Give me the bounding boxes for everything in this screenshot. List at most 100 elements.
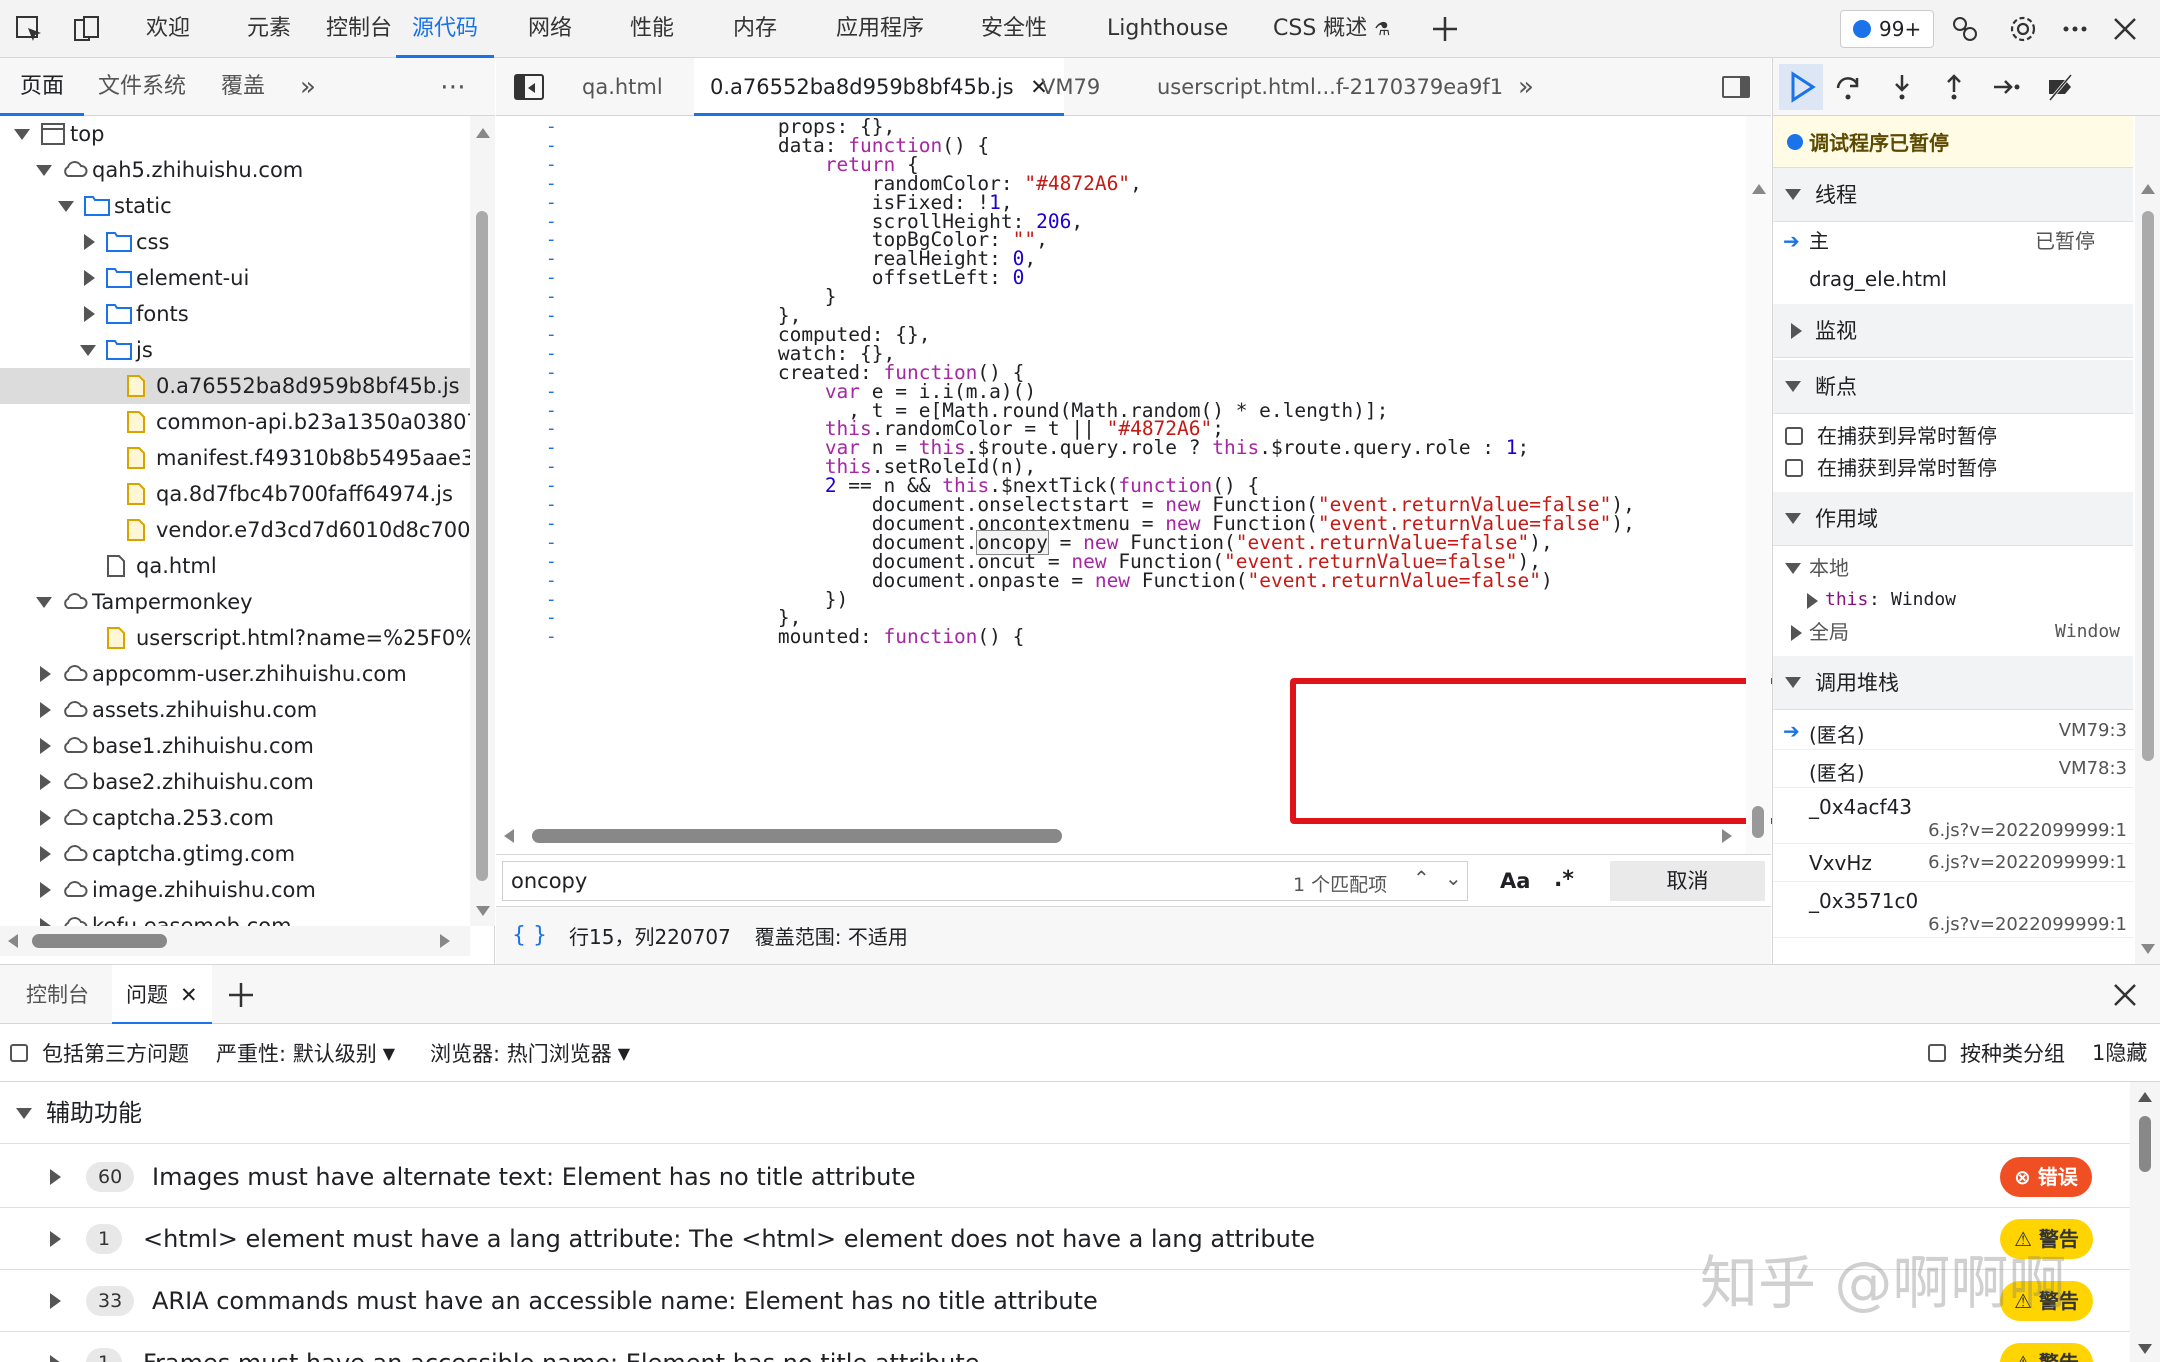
settings-gear-icon[interactable] — [2008, 14, 2038, 44]
tree-item[interactable]: js — [0, 332, 470, 368]
tree-item[interactable]: common-api.b23a1350a038072 — [0, 404, 470, 440]
checkbox[interactable] — [1785, 459, 1803, 477]
collapsed-triangle-icon[interactable] — [84, 306, 95, 322]
close-drawer-tab-icon[interactable]: ✕ — [180, 983, 198, 1007]
sidebar-scroll-up-icon[interactable] — [2141, 184, 2155, 194]
tab-console[interactable]: 控制台 — [326, 0, 392, 58]
editor-tab-qa-html[interactable]: qa.html — [582, 58, 663, 116]
collapsed-triangle-icon[interactable] — [50, 1231, 61, 1247]
pause-on-exception-row-2[interactable]: 在捕获到异常时暂停 — [1773, 452, 2133, 484]
code-hscroll-thumb[interactable] — [532, 829, 1062, 843]
code-scroll-thumb[interactable] — [1752, 806, 1764, 838]
sidebar-scrollbar[interactable] — [2135, 116, 2160, 964]
thread-file[interactable]: drag_ele.html — [1773, 260, 2133, 298]
call-frame[interactable]: ➔ (匿名) VM79:3 — [1773, 712, 2133, 750]
collapsed-triangle-icon[interactable] — [84, 234, 95, 250]
tree-item[interactable]: fonts — [0, 296, 470, 332]
code-scroll-left-icon[interactable] — [504, 829, 514, 843]
issue-category-accessibility[interactable]: 辅助功能 — [0, 1082, 2130, 1144]
collapsed-triangle-icon[interactable] — [84, 270, 95, 286]
tree-item[interactable]: base1.zhihuishu.com — [0, 728, 470, 764]
tab-memory[interactable]: 内存 — [733, 0, 777, 58]
tree-item[interactable]: top — [0, 116, 470, 152]
expanded-triangle-icon[interactable] — [14, 129, 30, 140]
tree-vertical-scrollbar[interactable] — [470, 116, 495, 926]
tree-item[interactable]: qa.8d7fbc4b700faff64974.js — [0, 476, 470, 512]
collapsed-triangle-icon[interactable] — [40, 702, 51, 718]
more-navigator-tabs-icon[interactable]: » — [300, 58, 316, 116]
tab-network[interactable]: 网络 — [528, 0, 572, 58]
call-frame[interactable]: _0x3571c0 6.js?v=2022099999:1 — [1773, 882, 2133, 938]
section-scope[interactable]: 作用域 — [1773, 492, 2133, 546]
expanded-triangle-icon[interactable] — [80, 345, 96, 356]
tree-item[interactable]: manifest.f49310b8b5495aae324 — [0, 440, 470, 476]
next-match-icon[interactable]: ⌄ — [1445, 866, 1462, 890]
tree-item[interactable]: qa.html — [0, 548, 470, 584]
editor-tab-active-js[interactable]: 0.a76552ba8d959b8bf45b.js ✕ — [694, 58, 1064, 116]
scroll-down-arrow-icon[interactable] — [476, 906, 490, 916]
toggle-debugger-icon[interactable] — [1722, 76, 1750, 98]
collapsed-triangle-icon[interactable] — [40, 666, 51, 682]
match-case-button[interactable]: Aa — [1500, 869, 1530, 893]
previous-match-icon[interactable]: ⌃ — [1413, 866, 1430, 890]
pretty-print-button[interactable]: { } — [512, 923, 547, 948]
add-drawer-tab-icon[interactable] — [226, 980, 256, 1010]
issue-row[interactable]: 60 Images must have alternate text: Eleme… — [0, 1146, 2130, 1208]
tab-css-overview[interactable]: CSS 概述 ⚗ — [1273, 0, 1390, 58]
severity-dropdown[interactable]: 严重性: 默认级别 ▼ — [216, 1024, 395, 1082]
more-options-icon[interactable] — [2060, 14, 2090, 44]
collapsed-triangle-icon[interactable] — [40, 918, 51, 926]
tree-item[interactable]: element-ui — [0, 260, 470, 296]
collapsed-triangle-icon[interactable] — [40, 846, 51, 862]
tab-performance[interactable]: 性能 — [630, 0, 674, 58]
collapsed-triangle-icon[interactable] — [40, 810, 51, 826]
include-third-party-toggle[interactable]: 包括第三方问题 — [10, 1024, 189, 1082]
expanded-triangle-icon[interactable] — [36, 597, 52, 608]
issue-row[interactable]: 1 Frames must have an accessible name: El… — [0, 1332, 2130, 1362]
tab-page[interactable]: 页面 — [0, 58, 85, 116]
pause-on-exception-row-1[interactable]: 在捕获到异常时暂停 — [1773, 420, 2133, 452]
tree-item[interactable]: static — [0, 188, 470, 224]
scroll-up-arrow-icon[interactable] — [476, 128, 490, 138]
search-input[interactable]: oncopy — [511, 869, 587, 893]
tree-item[interactable]: captcha.253.com — [0, 800, 470, 836]
call-frame-location[interactable]: 6.js?v=2022099999:1 — [1928, 820, 2127, 841]
issues-counter[interactable]: 99+ — [1840, 10, 1935, 48]
tree-item[interactable]: 0.a76552ba8d959b8bf45b.js — [0, 368, 470, 404]
collapsed-triangle-icon[interactable] — [50, 1355, 61, 1362]
browser-dropdown[interactable]: 浏览器: 热门浏览器 ▼ — [430, 1024, 630, 1082]
collapsed-triangle-icon[interactable] — [50, 1293, 61, 1309]
feedback-icon[interactable] — [1950, 14, 1980, 44]
call-frame[interactable]: _0x4acf43 6.js?v=2022099999:1 — [1773, 788, 2133, 844]
tree-item[interactable]: qah5.zhihuishu.com — [0, 152, 470, 188]
tree-item[interactable]: Tampermonkey — [0, 584, 470, 620]
close-devtools-icon[interactable] — [2110, 14, 2140, 44]
tree-item[interactable]: kefu.easemob.com — [0, 908, 470, 926]
resume-button[interactable] — [1779, 64, 1823, 110]
tree-item[interactable]: appcomm-user.zhihuishu.com — [0, 656, 470, 692]
call-frame-location[interactable]: 6.js?v=2022099999:1 — [1928, 852, 2127, 873]
issues-scrollbar[interactable] — [2130, 1082, 2160, 1362]
scope-global[interactable]: 全局 Window — [1773, 616, 2133, 648]
section-breakpoints[interactable]: 断点 — [1773, 360, 2133, 414]
group-by-kind-toggle[interactable]: 按种类分组 — [1928, 1024, 2065, 1082]
code-vertical-scrollbar[interactable] — [1746, 116, 1771, 876]
hscrollbar-thumb[interactable] — [32, 934, 167, 948]
checkbox[interactable] — [1785, 427, 1803, 445]
tab-application[interactable]: 应用程序 — [836, 0, 924, 58]
thread-main[interactable]: ➔ 主 已暂停 — [1773, 222, 2133, 260]
checkbox[interactable] — [1928, 1044, 1946, 1062]
sidebar-scroll-thumb[interactable] — [2142, 211, 2154, 761]
tree-item[interactable]: vendor.e7d3cd7d6010d8c70041 — [0, 512, 470, 548]
issues-scroll-thumb[interactable] — [2139, 1116, 2151, 1172]
code-horizontal-scrollbar[interactable] — [496, 820, 1746, 850]
section-watch[interactable]: 监视 — [1773, 304, 2133, 358]
search-input-box[interactable]: oncopy 1 个匹配项 ⌃ ⌄ — [502, 861, 1468, 901]
tab-welcome[interactable]: 欢迎 — [146, 0, 190, 58]
close-drawer-icon[interactable] — [2110, 980, 2140, 1010]
expanded-triangle-icon[interactable] — [36, 165, 52, 176]
tree-item[interactable]: css — [0, 224, 470, 260]
more-tabs-plus-icon[interactable] — [1430, 14, 1460, 44]
step-into-icon[interactable] — [1887, 72, 1917, 102]
collapsed-triangle-icon[interactable] — [40, 882, 51, 898]
